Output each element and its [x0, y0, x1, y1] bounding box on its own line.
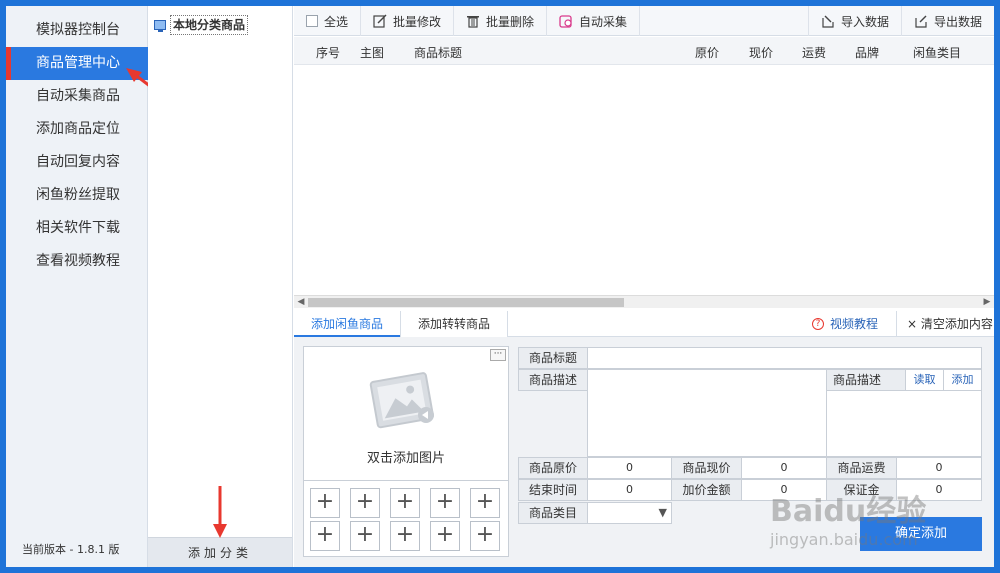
add-image-slot[interactable]: + — [310, 488, 340, 518]
column-header[interactable]: 原价 — [695, 44, 719, 61]
export-icon — [915, 15, 927, 28]
sidebar-item-software-download[interactable]: 相关软件下载 — [6, 212, 148, 245]
category-label: 商品类目 — [518, 502, 588, 524]
description-input[interactable] — [587, 369, 827, 457]
auto-collect-button[interactable]: 自动采集 — [547, 6, 641, 36]
image-caption: 双击添加图片 — [366, 451, 445, 466]
tree-root-node[interactable]: 本地分类商品 — [154, 15, 249, 35]
chevron-down-icon[interactable]: ▼ — [659, 503, 667, 523]
trash-icon — [467, 16, 480, 28]
batch-edit-button[interactable]: 批量修改 — [361, 6, 455, 36]
category-select[interactable]: ▼ — [587, 502, 672, 524]
image-panel: ··· 双击添加图片 + + + + + + + + + + — [303, 346, 509, 557]
column-header[interactable]: 商品标题 — [414, 44, 462, 61]
add-image-slot[interactable]: + — [390, 521, 420, 551]
main-image-dropzone[interactable]: ··· 双击添加图片 — [304, 347, 508, 481]
column-header[interactable]: 现价 — [749, 44, 773, 61]
import-icon — [822, 15, 834, 28]
grid-header: 序号 主图 商品标题 原价 现价 运费 品牌 闲鱼类目 — [294, 37, 994, 65]
tab-bar: 添加闲鱼商品 添加转转商品 ? 视频教程 × 清空添加内容 — [294, 311, 994, 337]
annotation-arrow-down-icon — [213, 486, 227, 538]
add-image-slot[interactable]: + — [350, 521, 380, 551]
original-price-input[interactable]: 0 — [587, 457, 672, 479]
add-image-slot[interactable]: + — [390, 488, 420, 518]
original-price-label: 商品原价 — [518, 457, 588, 479]
column-header[interactable]: 运费 — [802, 44, 826, 61]
watermark-url: jingyan.baidu.com — [770, 530, 918, 549]
markup-label: 加价金额 — [671, 479, 742, 501]
close-icon: × — [907, 317, 918, 331]
tab-add-zhuanzhuan[interactable]: 添加转转商品 — [400, 311, 508, 337]
description-label-secondary: 商品描述 — [826, 369, 906, 391]
current-price-label: 商品现价 — [671, 457, 742, 479]
scroll-left-icon[interactable]: ◀ — [295, 297, 307, 308]
description-label: 商品描述 — [518, 369, 588, 391]
sidebar-item-auto-reply[interactable]: 自动回复内容 — [6, 146, 148, 179]
sidebar-item-video-tutorial[interactable]: 查看视频教程 — [6, 245, 148, 278]
read-link[interactable]: 读取 — [905, 369, 944, 391]
clear-content-button[interactable]: × 清空添加内容 — [896, 311, 994, 337]
scroll-thumb[interactable] — [308, 298, 624, 307]
help-icon: ? — [812, 318, 824, 330]
image-placeholder-icon — [369, 372, 434, 429]
more-options-button[interactable]: ··· — [490, 349, 506, 361]
select-all-checkbox[interactable]: 全选 — [294, 6, 362, 36]
add-image-slot[interactable]: + — [430, 521, 460, 551]
product-grid[interactable] — [294, 65, 994, 295]
collect-icon — [559, 15, 572, 28]
export-data-button[interactable]: 导出数据 — [902, 6, 994, 36]
column-header[interactable]: 序号 — [316, 44, 340, 61]
sidebar-item-simulator-console[interactable]: 模拟器控制台 — [6, 14, 148, 47]
shipping-label: 商品运费 — [826, 457, 897, 479]
description-list[interactable] — [826, 390, 982, 457]
computer-icon — [154, 20, 166, 32]
checkbox-icon — [306, 15, 318, 27]
watermark-logo: Baidu经验 — [770, 494, 927, 529]
video-tutorial-link[interactable]: ? 视频教程 — [812, 311, 878, 337]
sidebar-item-fan-extract[interactable]: 闲鱼粉丝提取 — [6, 179, 148, 212]
end-time-input[interactable]: 0 — [587, 479, 672, 501]
title-input[interactable] — [587, 347, 982, 369]
add-image-slot[interactable]: + — [430, 488, 460, 518]
column-header[interactable]: 主图 — [360, 44, 384, 61]
import-data-button[interactable]: 导入数据 — [807, 6, 902, 36]
category-tree: 本地分类商品 添加分类 — [148, 6, 293, 567]
end-time-label: 结束时间 — [518, 479, 588, 501]
add-image-slot[interactable]: + — [350, 488, 380, 518]
shipping-input[interactable]: 0 — [896, 457, 982, 479]
batch-delete-button[interactable]: 批量删除 — [454, 6, 548, 36]
add-category-button[interactable]: 添加分类 — [148, 537, 292, 567]
toolbar: 全选 批量修改 批量删除 自动采集 导入数据 导出数据 — [294, 6, 994, 36]
add-image-slot[interactable]: + — [470, 488, 500, 518]
edit-icon — [373, 14, 387, 28]
add-link[interactable]: 添加 — [943, 369, 982, 391]
scroll-right-icon[interactable]: ▶ — [981, 297, 993, 308]
add-image-slot[interactable]: + — [310, 521, 340, 551]
column-header[interactable]: 闲鱼类目 — [913, 44, 961, 61]
column-header[interactable]: 品牌 — [855, 44, 879, 61]
title-label: 商品标题 — [518, 347, 588, 369]
horizontal-scrollbar[interactable]: ◀ ▶ — [294, 295, 994, 308]
version-label: 当前版本 - 1.8.1 版 — [22, 543, 120, 556]
sidebar-item-add-location[interactable]: 添加商品定位 — [6, 113, 148, 146]
tab-add-xianyu[interactable]: 添加闲鱼商品 — [294, 311, 400, 337]
add-image-slot[interactable]: + — [470, 521, 500, 551]
current-price-input[interactable]: 0 — [741, 457, 827, 479]
